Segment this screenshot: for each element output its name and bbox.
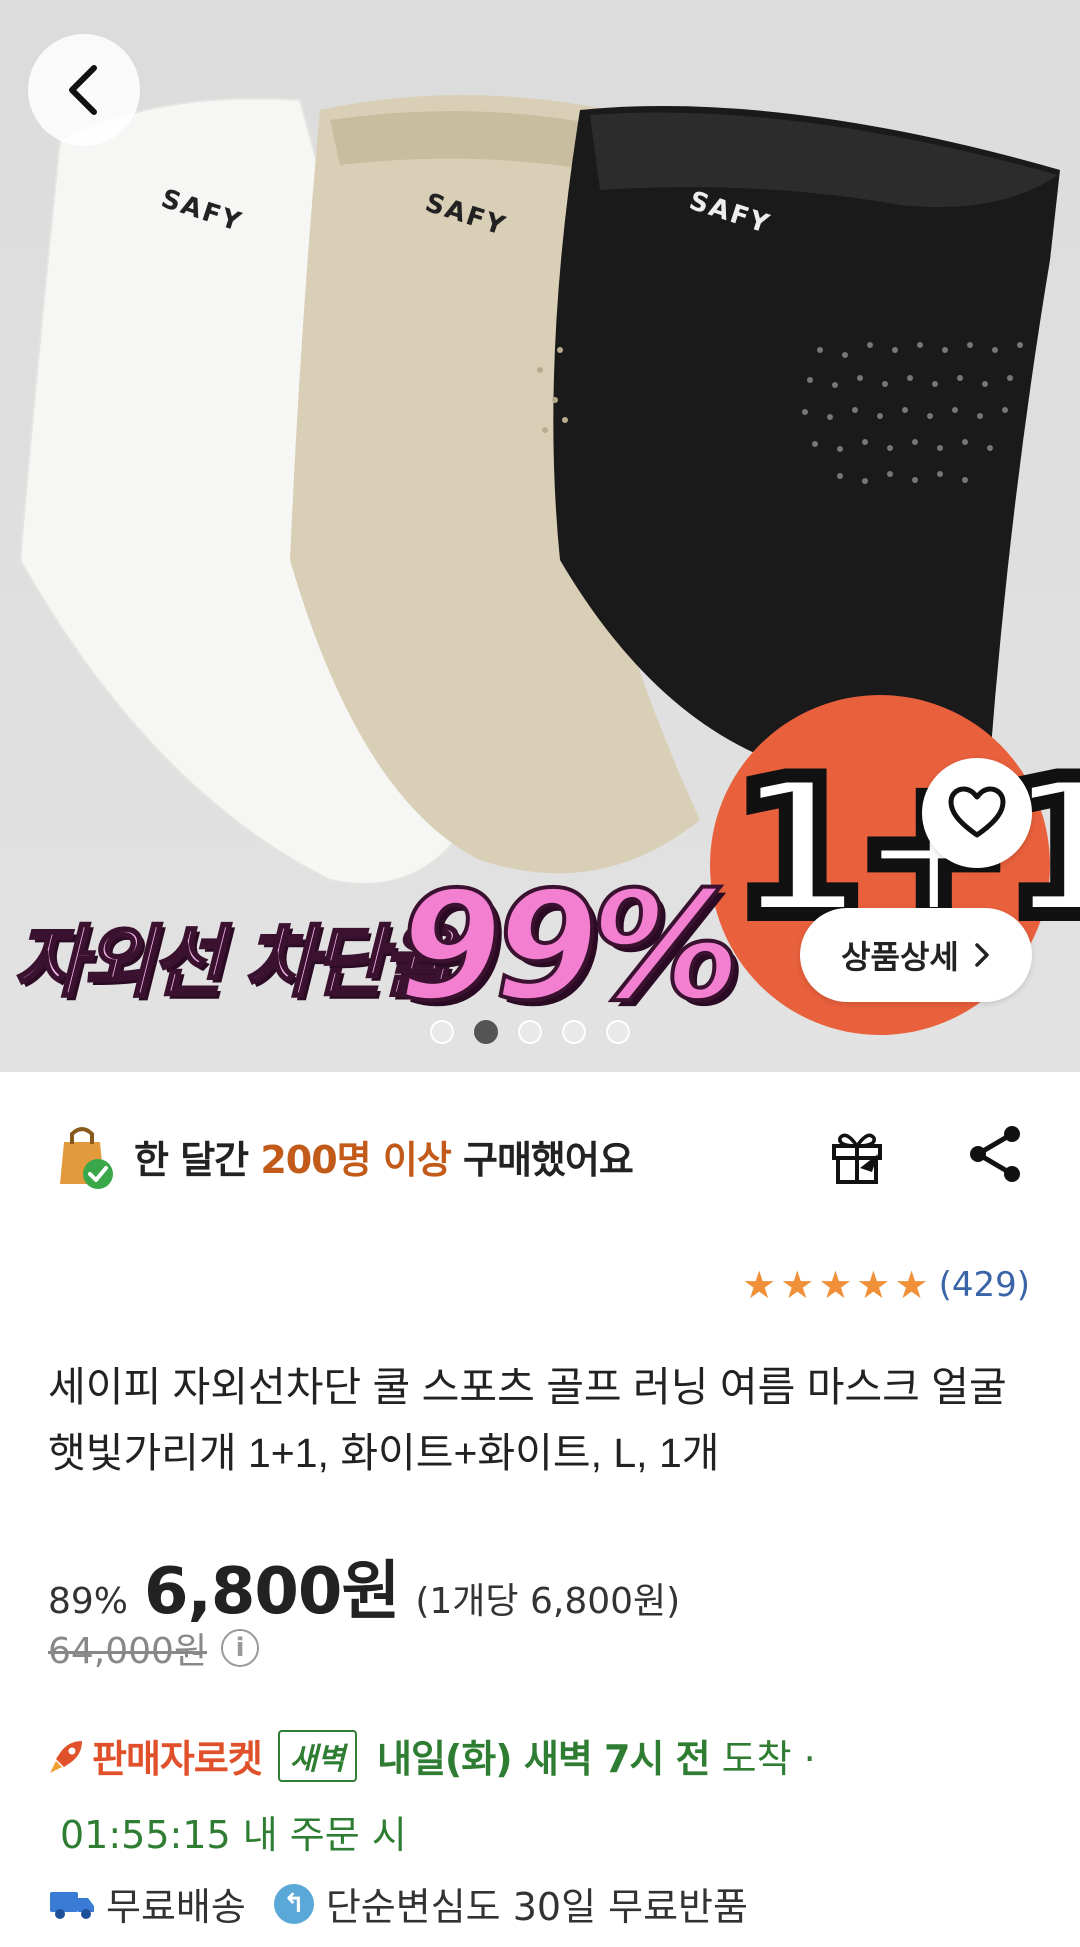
- arrival-time: 내일(화) 새벽 7시 전: [377, 1737, 711, 1781]
- price-row: 89% 6,800원 (1개당 6,800원): [48, 1540, 680, 1632]
- star-icon: ★: [894, 1263, 929, 1307]
- carousel-indicator: [430, 1020, 630, 1044]
- arrival-suffix: 도착 ·: [721, 1737, 816, 1781]
- shopping-bag-check-icon: [60, 1127, 113, 1189]
- review-count-link[interactable]: (429): [939, 1265, 1030, 1305]
- heart-icon: [948, 786, 1006, 838]
- star-rating: ★ ★ ★ ★ ★: [742, 1266, 928, 1304]
- original-price-row: 64,000원 i: [48, 1622, 260, 1674]
- unit-price: (1개당 6,800원): [415, 1581, 681, 1622]
- free-shipping-label: 무료배송: [106, 1885, 246, 1929]
- chevron-right-icon: [975, 943, 989, 967]
- product-detail-label: 상품상세: [841, 938, 959, 976]
- purchase-count-text: 한 달간 200명 이상 구매했어요: [134, 1129, 634, 1184]
- dawn-delivery-badge: 새벽: [277, 1729, 358, 1782]
- rating-row[interactable]: ★ ★ ★ ★ ★ (429): [0, 1260, 1080, 1310]
- return-policy-label: 단순변심도 30일 무료반품: [325, 1885, 748, 1929]
- carousel-dot-active[interactable]: [474, 1020, 498, 1044]
- uv-block-percent: 99%: [396, 858, 743, 1036]
- purchase-suffix: 구매했어요: [450, 1137, 634, 1182]
- truck-icon: [50, 1891, 94, 1919]
- order-cutoff-timer: 01:55:15 내 주문 시: [60, 1813, 407, 1857]
- carousel-dot[interactable]: [430, 1020, 454, 1044]
- carousel-dot[interactable]: [518, 1020, 542, 1044]
- gift-rocket-icon[interactable]: [826, 1124, 890, 1188]
- star-icon: ★: [856, 1263, 891, 1307]
- star-icon: ★: [818, 1263, 853, 1307]
- seller-rocket-label: 판매자로켓: [92, 1737, 263, 1781]
- wishlist-button[interactable]: [922, 758, 1032, 868]
- discount-rate: 89%: [48, 1581, 129, 1622]
- chevron-left-icon: [69, 65, 97, 115]
- sale-price: 6,800원: [144, 1555, 400, 1629]
- star-icon: ★: [780, 1263, 815, 1307]
- delivery-row: 판매자로켓 새벽 내일(화) 새벽 7시 전 도착 ·: [48, 1728, 816, 1783]
- share-icon[interactable]: [964, 1122, 1028, 1186]
- purchase-prefix: 한 달간: [134, 1137, 261, 1182]
- purchase-count-row: 한 달간 200명 이상 구매했어요: [0, 1112, 1080, 1200]
- return-icon: ↰: [273, 1883, 314, 1924]
- uv-block-label: 자외선 차단율: [13, 917, 456, 1010]
- product-title: 세이피 자외선차단 쿨 스포츠 골프 러닝 여름 마스크 얼굴 햇빛가리개 1+…: [48, 1364, 1007, 1476]
- carousel-dot[interactable]: [606, 1020, 630, 1044]
- shipping-row: 무료배송 ↰ 단순변심도 30일 무료반품: [48, 1876, 748, 1931]
- rocket-icon: [50, 1740, 82, 1773]
- info-icon[interactable]: i: [221, 1629, 260, 1667]
- product-detail-button[interactable]: 상품상세: [800, 908, 1032, 1002]
- original-price: 64,000원: [48, 1631, 208, 1672]
- back-button[interactable]: [28, 34, 140, 146]
- carousel-dot[interactable]: [562, 1020, 586, 1044]
- product-image-carousel[interactable]: SAFY SAFY SAFY 1+1 자외선 차단율 99% 상품상세: [0, 0, 1080, 1072]
- purchase-highlight: 200명 이상: [260, 1137, 451, 1182]
- star-icon: ★: [742, 1263, 777, 1307]
